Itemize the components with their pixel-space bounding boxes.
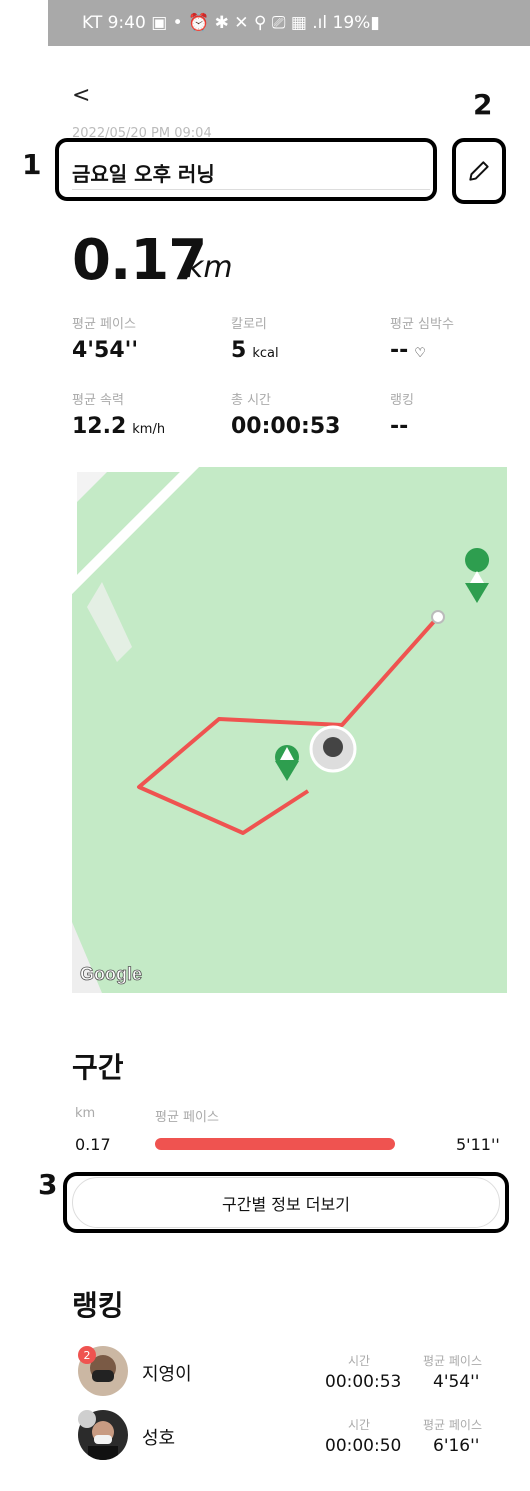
stat-value: 4'54'': [72, 338, 144, 363]
stat-unit: km/h: [132, 422, 166, 437]
runner-avatar-face: [323, 737, 343, 757]
distance-unit: km: [186, 250, 233, 285]
stat-value: 00:00:53: [231, 414, 346, 439]
ranking-title: 랭킹: [72, 1289, 124, 1322]
pencil-icon: [469, 161, 489, 181]
route-line: [137, 615, 440, 835]
map-canvas: Google: [72, 467, 490, 993]
status-text: KT 9:40 ▣ • ⏰ ✱ ✕ ⚲ ⎚ ▦ .ıl 19%▮: [82, 13, 380, 33]
rank-pace-label: 평균 페이스: [423, 1354, 483, 1368]
map-attribution: Google: [80, 964, 142, 984]
ranking-row[interactable]: 2 지영이 시간 00:00:53 평균 페이스 4'54'': [78, 1346, 498, 1402]
rank-pace: 6'16'': [433, 1436, 480, 1456]
route-start-point: [431, 610, 445, 624]
rank-pace-label: 평균 페이스: [423, 1418, 483, 1432]
rank-time: 00:00:53: [325, 1372, 402, 1392]
segments-col-km: km: [75, 1106, 96, 1121]
segments-col-pace: 평균 페이스: [155, 1110, 219, 1125]
route-map[interactable]: Google: [72, 467, 507, 993]
segment-km: 0.17: [75, 1135, 111, 1154]
more-segments-button[interactable]: 구간별 정보 더보기: [72, 1177, 500, 1228]
heart-icon: ♡: [414, 346, 426, 361]
status-bar: KT 9:40 ▣ • ⏰ ✱ ✕ ⚲ ⎚ ▦ .ıl 19%▮: [48, 0, 530, 46]
stat-value: 12.2 km/h: [72, 414, 165, 439]
park-marker-icon: [275, 745, 299, 781]
title-underline: [72, 189, 430, 190]
map-road: [72, 467, 112, 507]
park-marker-icon: [465, 548, 490, 603]
stat-label: 칼로리: [231, 317, 267, 332]
stat-number: 12.2: [72, 414, 127, 439]
stat-label: 랭킹: [390, 393, 414, 408]
rank-time: 00:00:50: [325, 1436, 402, 1456]
stat-label: 총 시간: [231, 393, 272, 408]
stat-label: 평균 속력: [72, 393, 124, 408]
rank-time-label: 시간: [348, 1354, 371, 1368]
annotation-label-3: 3: [38, 1168, 58, 1201]
stat-number: 5: [231, 338, 247, 363]
map-building: [87, 582, 132, 662]
rank-badge: [78, 1410, 96, 1428]
stat-value: --: [390, 414, 414, 439]
segment-pace: 5'11'': [456, 1135, 500, 1154]
stat-value: -- ♡: [390, 338, 426, 363]
annotation-label-1: 1: [22, 148, 42, 181]
stat-number: 00:00:53: [231, 414, 341, 439]
ranking-row[interactable]: 성호 시간 00:00:50 평균 페이스 6'16'': [78, 1410, 498, 1466]
stat-number: --: [390, 338, 409, 363]
edit-title-button[interactable]: [452, 138, 506, 204]
chevron-left-icon: <: [72, 83, 91, 108]
stat-unit: kcal: [252, 346, 279, 361]
stat-value: 5 kcal: [231, 338, 279, 363]
rank-pace: 4'54'': [433, 1372, 480, 1392]
run-title[interactable]: 금요일 오후 러닝: [72, 158, 215, 187]
stat-number: --: [390, 414, 409, 439]
back-button[interactable]: <: [72, 83, 90, 108]
rank-badge: 2: [78, 1346, 96, 1364]
segments-title: 구간: [72, 1051, 124, 1084]
rank-time-label: 시간: [348, 1418, 371, 1432]
annotation-label-2: 2: [473, 88, 493, 121]
rank-name: 성호: [142, 1428, 176, 1449]
stat-number: 4'54'': [72, 338, 139, 363]
segment-pace-bar: [155, 1138, 395, 1150]
stat-label: 평균 페이스: [72, 317, 136, 332]
stat-label: 평균 심박수: [390, 317, 454, 332]
rank-name: 지영이: [142, 1364, 192, 1385]
